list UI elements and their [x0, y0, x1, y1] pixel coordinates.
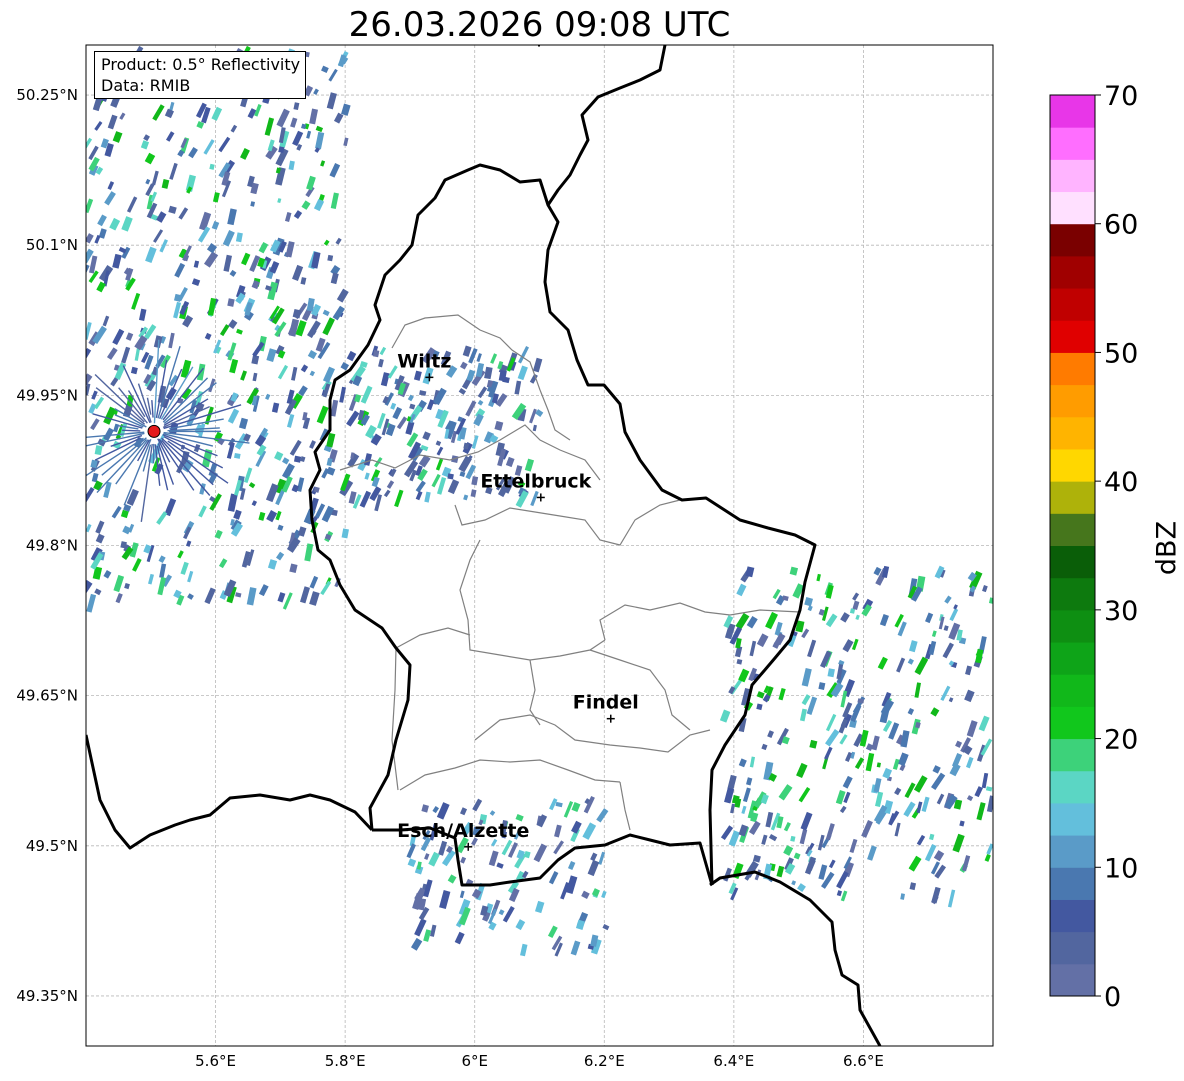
y-tick-label: 50.25°N	[16, 86, 78, 104]
city-label: Findel	[573, 692, 639, 714]
colorbar-cell	[1050, 674, 1095, 707]
y-tick-label: 49.95°N	[16, 386, 78, 404]
x-axis-ticks: 5.6°E 5.8°E 6°E 6.2°E 6.4°E 6.6°E	[195, 1052, 884, 1070]
y-axis-ticks: 50.25°N 50.1°N 49.95°N 49.8°N 49.65°N 49.5°N 4…	[16, 86, 78, 1005]
colorbar-cell	[1050, 288, 1095, 321]
colorbar-tick-label: 30	[1104, 596, 1138, 627]
colorbar-cell	[1050, 127, 1095, 160]
radar-map-figure: WiltzEttelbruckFindelEsch/Alzette 5.6°E 5…	[16, 44, 1183, 1070]
colorbar-cell	[1050, 320, 1095, 353]
colorbar-cell	[1050, 545, 1095, 579]
y-tick-label: 49.35°N	[16, 987, 78, 1005]
colorbar-cell	[1050, 867, 1095, 900]
colorbar-cell	[1050, 577, 1095, 611]
radar-clutter-spoke	[122, 429, 141, 432]
city-label: Ettelbruck	[480, 470, 591, 492]
city-label: Esch/Alzette	[397, 820, 529, 842]
colorbar-ticks: 0 10 20 30 40 50 60 70	[1095, 81, 1138, 1013]
colorbar-cell	[1050, 802, 1095, 836]
echo-pixel	[447, 473, 454, 480]
radar-site-dot	[147, 424, 161, 438]
colorbar-cell	[1050, 223, 1095, 257]
colorbar-tick-label: 10	[1104, 853, 1138, 884]
radar-site-marker	[147, 424, 161, 438]
x-tick-label: 6.2°E	[584, 1052, 625, 1070]
colorbar-cell	[1050, 706, 1095, 740]
colorbar-cell	[1050, 352, 1095, 386]
data-source-label: Data: RMIB	[101, 76, 191, 95]
x-tick-label: 6.6°E	[843, 1052, 884, 1070]
colorbar-cell	[1050, 609, 1095, 643]
colorbar-cell	[1050, 738, 1095, 772]
colorbar-cell	[1050, 416, 1095, 450]
colorbar-cell	[1050, 963, 1095, 997]
y-tick-label: 50.1°N	[26, 236, 78, 254]
echo-pixel	[293, 455, 302, 463]
colorbar-cell	[1050, 642, 1095, 675]
colorbar-cell	[1050, 255, 1095, 289]
colorbar-label: dBZ	[1152, 521, 1183, 575]
colorbar-cell	[1050, 513, 1095, 546]
colorbar-tick-label: 70	[1104, 81, 1138, 112]
city-label: Wiltz	[397, 350, 451, 372]
x-tick-label: 6.4°E	[713, 1052, 754, 1070]
colorbar-tick-label: 20	[1104, 725, 1138, 756]
colorbar-tick-label: 60	[1104, 210, 1138, 241]
y-tick-label: 49.5°N	[26, 837, 78, 855]
product-label: Product: 0.5° Reflectivity	[101, 55, 301, 74]
colorbar-cells	[1050, 95, 1095, 997]
colorbar-cell	[1050, 159, 1095, 193]
colorbar-tick-label: 40	[1104, 467, 1138, 498]
product-info-box: Product: 0.5° Reflectivity Data: RMIB	[94, 51, 306, 99]
x-tick-label: 6°E	[461, 1052, 488, 1070]
colorbar-cell	[1050, 931, 1095, 965]
y-tick-label: 49.8°N	[26, 537, 78, 555]
colorbar-tick-label: 0	[1104, 982, 1121, 1013]
colorbar-cell	[1050, 95, 1095, 128]
y-tick-label: 49.65°N	[16, 687, 78, 705]
colorbar: 0 10 20 30 40 50 60 70 dBZ	[1049, 81, 1183, 1013]
colorbar-cell	[1050, 384, 1095, 418]
x-tick-label: 5.8°E	[325, 1052, 366, 1070]
colorbar-cell	[1050, 448, 1095, 482]
colorbar-cell	[1050, 770, 1095, 804]
colorbar-cell	[1050, 191, 1095, 225]
x-tick-label: 5.6°E	[195, 1052, 236, 1070]
colorbar-tick-label: 50	[1104, 338, 1138, 369]
colorbar-cell	[1050, 835, 1095, 868]
colorbar-cell	[1050, 899, 1095, 933]
map-plot-area[interactable]: Wiltz Ettelbruck Findel Esch/Alzette	[76, 44, 995, 1047]
colorbar-cell	[1050, 481, 1095, 514]
